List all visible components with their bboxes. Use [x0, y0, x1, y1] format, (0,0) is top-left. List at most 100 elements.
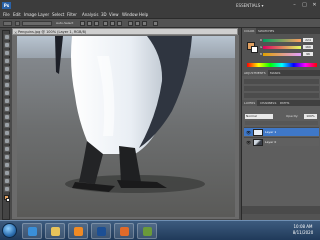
tools-panel	[2, 30, 10, 220]
blur-tool-icon[interactable]	[4, 130, 10, 136]
clone-stamp-tool-icon[interactable]	[4, 98, 10, 104]
crop-tool-icon[interactable]	[4, 66, 10, 72]
color-spectrum-bar[interactable]	[247, 63, 317, 67]
document-title: Penguins.jpg @ 100% (Layer 1, RGB/8)	[18, 30, 87, 34]
quick-selection-tool-icon[interactable]	[4, 58, 10, 64]
clock-date: 8/11/2020	[292, 230, 314, 235]
panels-dock: COLOR SWATCHES R 224 G 160 B 96 ADJUSTME…	[241, 28, 320, 220]
start-button[interactable]	[2, 223, 17, 238]
menu-layer[interactable]: Layer	[38, 12, 49, 18]
options-bar: Auto-Select	[0, 19, 320, 28]
menu-analysis[interactable]: Analysis	[82, 12, 98, 18]
taskbar-internet-explorer[interactable]	[22, 223, 42, 239]
taskbar-app[interactable]	[137, 223, 157, 239]
align-bottom-icon[interactable]	[94, 21, 99, 26]
green-value[interactable]: 160	[303, 45, 313, 49]
move-tool-icon[interactable]	[4, 34, 10, 40]
menu-3d[interactable]: 3D	[101, 12, 107, 18]
distribute-middle-icon[interactable]	[135, 21, 140, 26]
blue-track[interactable]	[263, 53, 301, 56]
folder-icon	[51, 227, 60, 236]
opacity-field[interactable]: 100%	[304, 114, 317, 119]
layer-thumbnail	[253, 129, 263, 136]
align-left-icon[interactable]	[103, 21, 108, 26]
menu-help[interactable]: Help	[139, 12, 148, 18]
zoom-tool-icon[interactable]	[4, 186, 10, 192]
distribute-bottom-icon[interactable]	[142, 21, 147, 26]
auto-select-checkbox[interactable]	[15, 21, 20, 26]
document-tab[interactable]: × Penguins.jpg @ 100% (Layer 1, RGB/8)	[12, 28, 238, 35]
adjustments-row[interactable]	[244, 79, 319, 84]
firefox-icon	[120, 227, 129, 236]
menu-bar: File Edit Image Layer Select Filter Anal…	[0, 11, 320, 19]
eye-icon[interactable]: 👁	[246, 130, 251, 135]
system-tray[interactable]	[272, 225, 282, 237]
layers-panel-footer	[242, 206, 320, 214]
align-center-icon[interactable]	[110, 21, 115, 26]
red-value[interactable]: 224	[303, 38, 313, 42]
color-panel-background-swatch[interactable]	[251, 46, 258, 53]
eraser-tool-icon[interactable]	[4, 114, 10, 120]
taskbar-firefox[interactable]	[114, 223, 134, 239]
taskbar-media-player[interactable]	[68, 223, 88, 239]
taskbar-photoshop[interactable]	[91, 223, 111, 239]
menu-window[interactable]: Window	[122, 12, 138, 18]
blue-label: B	[260, 52, 263, 56]
history-brush-tool-icon[interactable]	[4, 106, 10, 112]
layer-row-layer-0[interactable]: 👁 Layer 0	[244, 137, 319, 146]
workspace-switcher[interactable]: ESSENTIALS ▾	[236, 2, 264, 9]
green-track[interactable]	[263, 46, 301, 49]
photoshop-logo: Ps	[2, 2, 11, 9]
clock[interactable]: 10:08 AM 8/11/2020	[288, 224, 318, 236]
internet-explorer-icon	[28, 227, 37, 236]
marquee-tool-icon[interactable]	[4, 42, 10, 48]
blend-mode-dropdown[interactable]: Normal	[245, 114, 273, 119]
shape-tool-icon[interactable]	[4, 170, 10, 176]
canvas-area[interactable]	[12, 35, 239, 219]
align-right-icon[interactable]	[117, 21, 122, 26]
eye-icon[interactable]: 👁	[246, 140, 251, 145]
healing-brush-tool-icon[interactable]	[4, 82, 10, 88]
lasso-tool-icon[interactable]	[4, 50, 10, 56]
maximize-button[interactable]: □	[300, 1, 309, 9]
green-slider[interactable]: G 160	[260, 45, 318, 51]
auto-select-label: Auto-Select	[56, 21, 74, 25]
red-track[interactable]	[263, 39, 301, 42]
menu-select[interactable]: Select	[52, 12, 64, 18]
auto-align-icon[interactable]	[153, 21, 158, 26]
green-label: G	[260, 45, 263, 49]
red-label: R	[260, 38, 263, 42]
align-middle-icon[interactable]	[87, 21, 92, 26]
minimize-button[interactable]: –	[290, 1, 299, 9]
type-tool-icon[interactable]	[4, 154, 10, 160]
auto-select-target-dropdown[interactable]	[22, 21, 52, 26]
menu-image[interactable]: Image	[24, 12, 37, 18]
penguin-photo	[17, 36, 235, 217]
application-bar: Ps ESSENTIALS ▾ – □ ✕	[0, 0, 320, 11]
eyedropper-tool-icon[interactable]	[4, 74, 10, 80]
dodge-tool-icon[interactable]	[4, 138, 10, 144]
lock-controls[interactable]	[245, 121, 318, 125]
align-top-icon[interactable]	[80, 21, 85, 26]
menu-file[interactable]: File	[3, 12, 10, 18]
close-button[interactable]: ✕	[310, 1, 319, 9]
menu-view[interactable]: View	[109, 12, 119, 18]
adjustments-row[interactable]	[244, 93, 319, 98]
hand-tool-icon[interactable]	[4, 178, 10, 184]
tool-preset-picker[interactable]	[3, 21, 12, 26]
path-selection-tool-icon[interactable]	[4, 162, 10, 168]
blue-value[interactable]: 96	[303, 52, 313, 56]
menu-filter[interactable]: Filter	[67, 12, 77, 18]
pen-tool-icon[interactable]	[4, 146, 10, 152]
gradient-tool-icon[interactable]	[4, 122, 10, 128]
taskbar-file-explorer[interactable]	[45, 223, 65, 239]
red-slider[interactable]: R 224	[260, 38, 318, 44]
blue-slider[interactable]: B 96	[260, 52, 318, 58]
background-color-swatch[interactable]	[6, 198, 10, 202]
brush-tool-icon[interactable]	[4, 90, 10, 96]
menu-edit[interactable]: Edit	[13, 12, 21, 18]
distribute-top-icon[interactable]	[128, 21, 133, 26]
media-player-icon	[74, 227, 83, 236]
layer-row-layer-1[interactable]: 👁 Layer 1	[244, 127, 319, 136]
adjustments-row[interactable]	[244, 86, 319, 91]
